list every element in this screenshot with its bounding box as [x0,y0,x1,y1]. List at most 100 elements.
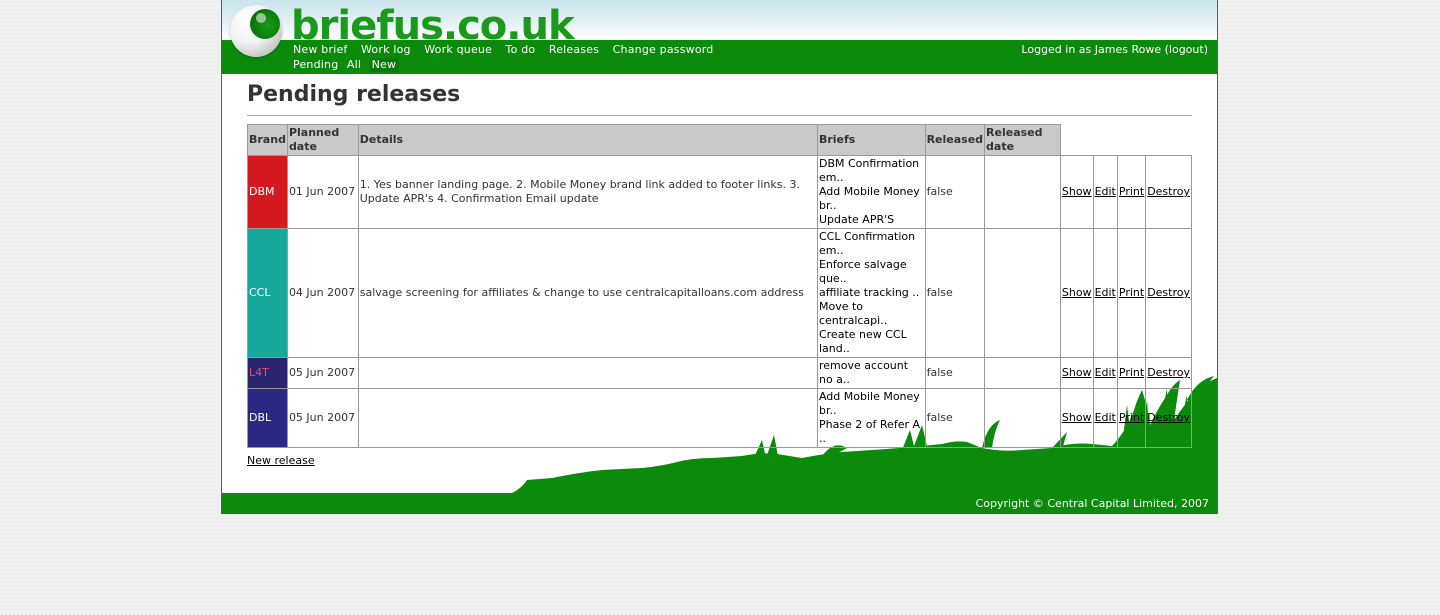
table-header-row: Brand Planned date Details Briefs Releas… [247,124,1192,156]
released-date-cell [984,228,1061,358]
logout-link[interactable]: (logout) [1165,43,1208,56]
brief-item: Create new CCL land.. [818,328,907,355]
sub-nav: Pending All New [293,58,404,72]
brief-item: Add Mobile Money br.. [818,390,920,417]
brief-item: remove account no a.. [818,359,909,386]
logo-icon [230,5,282,57]
brief-item: Enforce salvage que.. [818,258,907,285]
brand-cell: DBM [247,155,288,229]
edit-cell: Edit [1092,357,1118,389]
released-date-cell [984,155,1061,229]
destroy-cell: Destroy [1145,388,1192,448]
edit-link[interactable]: Edit [1095,286,1116,299]
briefs-cell: remove account no a.. [816,357,926,389]
table-row: DBM 01 Jun 2007 1. Yes banner landing pa… [247,155,1192,229]
show-link[interactable]: Show [1062,366,1092,379]
brief-item: Add Mobile Money br.. [818,185,920,212]
destroy-cell: Destroy [1145,357,1192,389]
details-cell [357,388,818,448]
show-link[interactable]: Show [1062,185,1092,198]
brief-item: CCL Confirmation em.. [818,230,916,257]
logo-inner-icon [250,9,280,39]
brand-cell: CCL [247,228,288,358]
new-release-link[interactable]: New release [247,454,315,467]
destroy-cell: Destroy [1145,155,1192,229]
planned-date-cell: 05 Jun 2007 [286,357,359,389]
print-link[interactable]: Print [1119,411,1144,424]
brand-cell: L4T [247,357,288,389]
print-link[interactable]: Print [1119,185,1144,198]
destroy-link[interactable]: Destroy [1147,411,1190,424]
table-row: L4T 05 Jun 2007 remove account no a.. fa… [247,357,1192,389]
col-briefs: Briefs [816,124,926,156]
subnav-new[interactable]: New [369,58,400,72]
edit-link[interactable]: Edit [1095,185,1116,198]
edit-cell: Edit [1092,228,1118,358]
released-date-cell [984,357,1061,389]
main-content: Pending releases Brand Planned date Deta… [247,80,1192,448]
destroy-cell: Destroy [1145,228,1192,358]
brief-item: Move to centralcapi.. [818,300,888,327]
col-brand: Brand [247,124,288,156]
print-link[interactable]: Print [1119,366,1144,379]
planned-date-cell: 05 Jun 2007 [286,388,359,448]
subnav-all[interactable]: All [347,58,361,71]
main-nav: New brief Work log Work queue To do Rele… [293,43,724,56]
show-link[interactable]: Show [1062,411,1092,424]
nav-work-log[interactable]: Work log [361,43,411,56]
released-date-cell [984,388,1061,448]
brief-item: affiliate tracking .. [818,286,920,299]
page-title: Pending releases [247,80,1192,116]
footer: Copyright © Central Capital Limited, 200… [222,493,1217,514]
destroy-link[interactable]: Destroy [1147,286,1190,299]
destroy-link[interactable]: Destroy [1147,366,1190,379]
brief-item: Phase 2 of Refer A .. [818,418,921,445]
released-cell: false [924,155,986,229]
col-released: Released [924,124,986,156]
print-cell: Print [1116,388,1147,448]
show-cell: Show [1059,155,1094,229]
show-cell: Show [1059,228,1094,358]
print-link[interactable]: Print [1119,286,1144,299]
nav-new-brief[interactable]: New brief [293,43,348,56]
print-cell: Print [1116,228,1147,358]
col-planned-date: Planned date [286,124,359,156]
nav-change-password[interactable]: Change password [613,43,714,56]
nav-work-queue[interactable]: Work queue [424,43,492,56]
col-actions-blank [1060,125,1191,156]
print-cell: Print [1116,357,1147,389]
col-released-date: Released date [984,124,1061,156]
brief-item: Update APR'S [818,213,895,226]
details-cell: 1. Yes banner landing page. 2. Mobile Mo… [357,155,818,229]
subnav-pending[interactable]: Pending [293,58,338,71]
edit-cell: Edit [1092,388,1118,448]
show-cell: Show [1059,388,1094,448]
briefs-cell: CCL Confirmation em.. Enforce salvage qu… [816,228,926,358]
nav-releases[interactable]: Releases [549,43,599,56]
show-link[interactable]: Show [1062,286,1092,299]
destroy-link[interactable]: Destroy [1147,185,1190,198]
page-container: briefus.co.uk New brief Work log Work qu… [221,0,1218,514]
planned-date-cell: 04 Jun 2007 [286,228,359,358]
col-details: Details [357,124,818,156]
edit-cell: Edit [1092,155,1118,229]
user-info: Logged in as James Rowe (logout) [1021,43,1208,56]
copyright-text: Copyright © Central Capital Limited, 200… [975,497,1209,510]
logged-in-text: Logged in as James Rowe [1021,43,1162,56]
table-row: CCL 04 Jun 2007 salvage screening for af… [247,228,1192,358]
released-cell: false [924,388,986,448]
nav-to-do[interactable]: To do [506,43,536,56]
edit-link[interactable]: Edit [1095,411,1116,424]
show-cell: Show [1059,357,1094,389]
edit-link[interactable]: Edit [1095,366,1116,379]
brief-item: DBM Confirmation em.. [818,157,920,184]
planned-date-cell: 01 Jun 2007 [286,155,359,229]
brand-cell: DBL [247,388,288,448]
releases-table: Brand Planned date Details Briefs Releas… [247,124,1192,448]
released-cell: false [924,228,986,358]
table-row: DBL 05 Jun 2007 Add Mobile Money br.. Ph… [247,388,1192,448]
briefs-cell: Add Mobile Money br.. Phase 2 of Refer A… [816,388,926,448]
details-cell [357,357,818,389]
briefs-cell: DBM Confirmation em.. Add Mobile Money b… [816,155,926,229]
released-cell: false [924,357,986,389]
